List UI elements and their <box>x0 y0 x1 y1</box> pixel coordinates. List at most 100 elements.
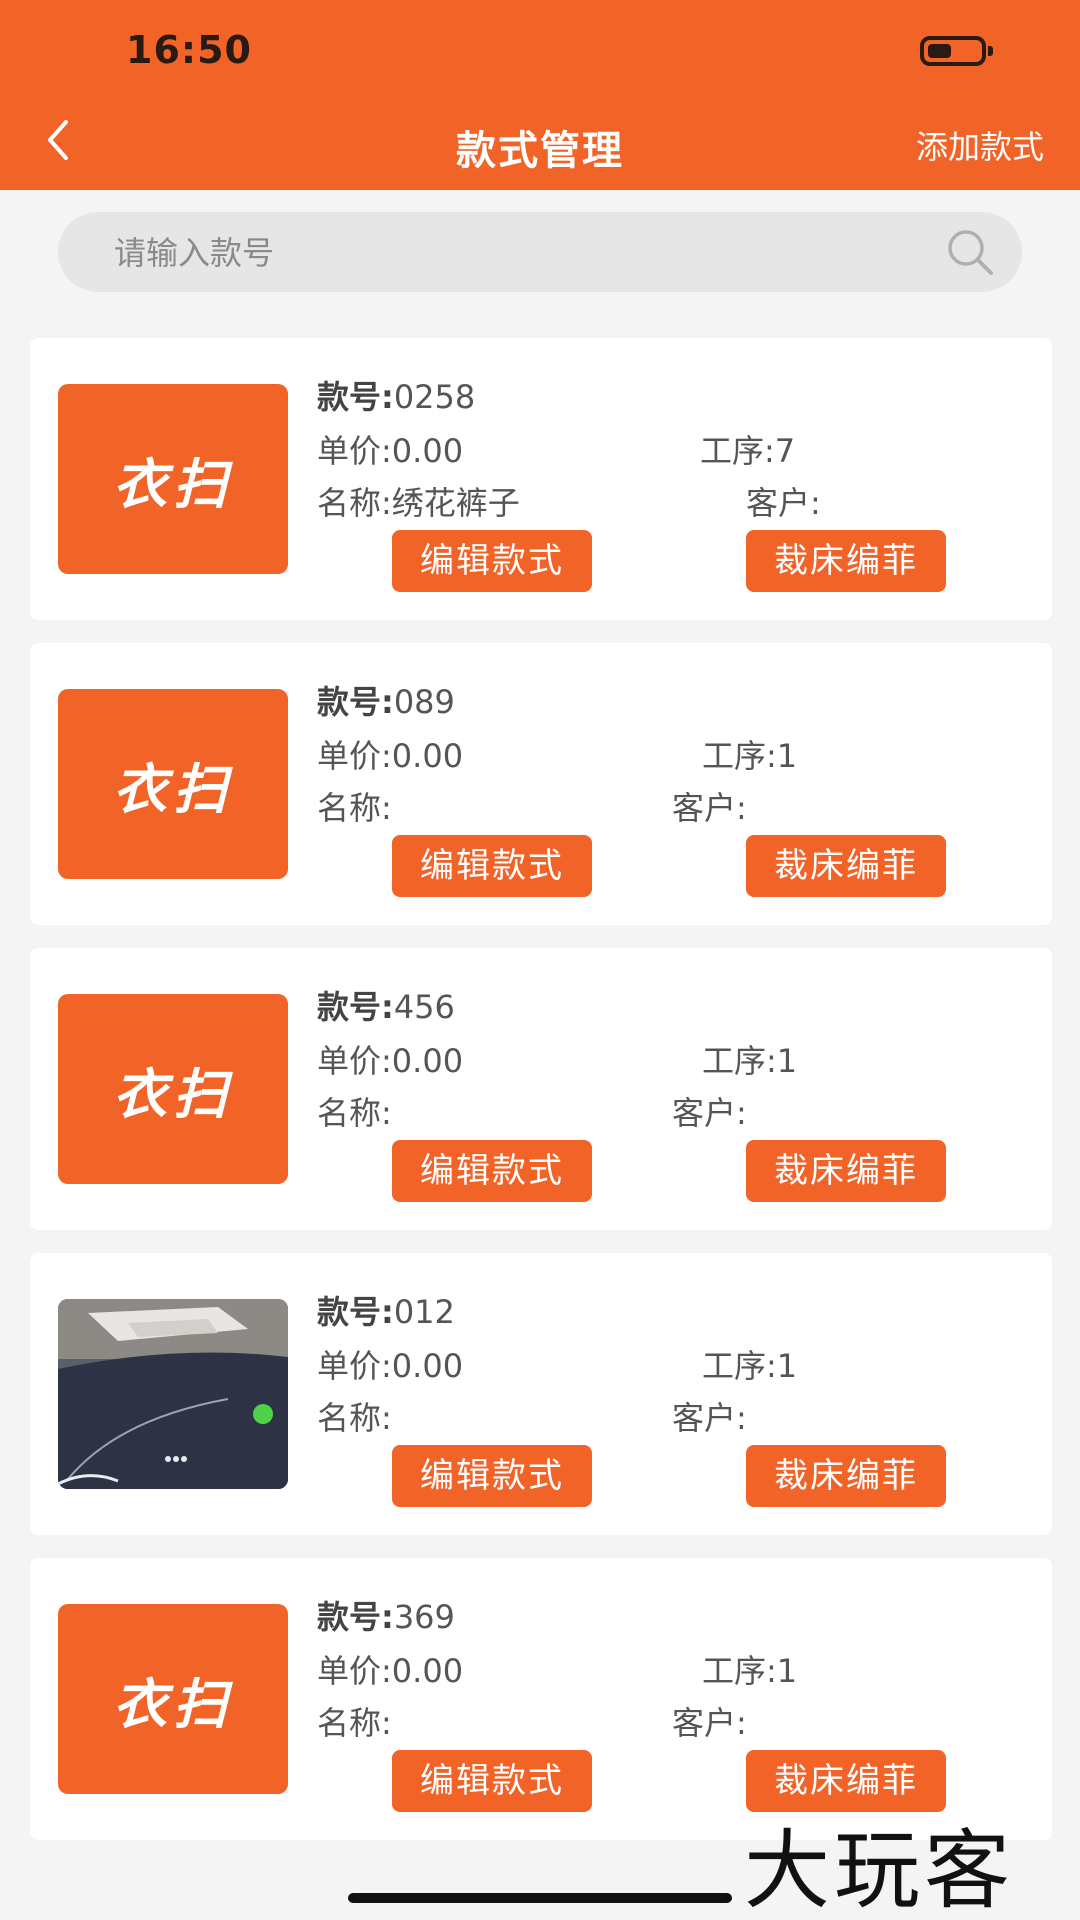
style-code-value: 456 <box>393 988 455 1026</box>
style-code-row: 款号:012 <box>317 1287 455 1333</box>
price-value: 0.00 <box>391 1042 464 1080</box>
price-value: 0.00 <box>391 1347 464 1385</box>
search-bar[interactable] <box>58 212 1022 294</box>
style-management-screen: 16:50 款式管理 添加款式 衣扫 款号:0258 单价:0.00 <box>0 0 1080 1920</box>
process-row: 工序:1 <box>702 1341 797 1387</box>
battery-level <box>928 44 951 58</box>
style-code-value: 0258 <box>393 378 476 416</box>
process-value: 1 <box>776 737 798 775</box>
style-code-row: 款号:369 <box>317 1592 455 1638</box>
price-row: 单价:0.00 <box>317 1036 463 1082</box>
price-label: 单价: <box>317 737 392 775</box>
name-row: 名称:绣花裤子 <box>317 478 520 524</box>
process-label: 工序: <box>702 737 777 775</box>
price-row: 单价:0.00 <box>317 426 463 472</box>
search-icon[interactable] <box>944 226 998 280</box>
style-logo-thumbnail: 衣扫 <box>58 1604 288 1794</box>
process-row: 工序:1 <box>702 1036 797 1082</box>
name-label: 名称: <box>317 484 392 522</box>
style-code-value: 089 <box>393 683 455 721</box>
customer-label: 客户: <box>746 484 821 522</box>
price-value: 0.00 <box>391 1652 464 1690</box>
battery-icon <box>920 36 986 66</box>
search-input[interactable] <box>112 212 936 294</box>
name-value: 绣花裤子 <box>391 484 520 522</box>
name-label: 名称: <box>317 1094 392 1132</box>
style-logo-thumbnail: 衣扫 <box>58 384 288 574</box>
logo-text: 衣扫 <box>113 1062 233 1126</box>
customer-label: 客户: <box>672 789 747 827</box>
style-code-label: 款号: <box>317 988 394 1026</box>
battery-tip <box>988 46 993 56</box>
style-card[interactable]: 衣扫 款号:369 单价:0.00 工序:1 名称: 客户: 编辑款式 裁床编菲 <box>30 1558 1052 1840</box>
process-row: 工序:1 <box>702 731 797 777</box>
home-indicator <box>348 1893 732 1903</box>
style-card[interactable]: 衣扫 款号:456 单价:0.00 工序:1 名称: 客户: 编辑款式 裁床编菲 <box>30 948 1052 1230</box>
style-code-value: 012 <box>393 1293 455 1331</box>
edit-style-button[interactable]: 编辑款式 <box>392 835 592 897</box>
watermark: 大玩客 <box>744 1821 1014 1920</box>
customer-row: 客户: <box>672 1393 747 1439</box>
process-value: 1 <box>776 1652 798 1690</box>
cut-bed-tag-button[interactable]: 裁床编菲 <box>746 530 946 592</box>
add-style-button[interactable]: 添加款式 <box>916 122 1044 168</box>
price-label: 单价: <box>317 1347 392 1385</box>
style-code-label: 款号: <box>317 1598 394 1636</box>
name-label: 名称: <box>317 1704 392 1742</box>
edit-style-button[interactable]: 编辑款式 <box>392 1140 592 1202</box>
status-time: 16:50 <box>126 28 252 72</box>
name-label: 名称: <box>317 789 392 827</box>
style-code-label: 款号: <box>317 1293 394 1331</box>
photo-image <box>58 1299 288 1489</box>
edit-style-button[interactable]: 编辑款式 <box>392 1445 592 1507</box>
price-row: 单价:0.00 <box>317 1341 463 1387</box>
style-code-row: 款号:089 <box>317 677 455 723</box>
cut-bed-tag-button[interactable]: 裁床编菲 <box>746 1445 946 1507</box>
edit-style-button[interactable]: 编辑款式 <box>392 530 592 592</box>
customer-row: 客户: <box>672 1698 747 1744</box>
edit-style-button[interactable]: 编辑款式 <box>392 1750 592 1812</box>
process-value: 7 <box>774 432 796 470</box>
process-row: 工序:7 <box>700 426 795 472</box>
process-label: 工序: <box>702 1652 777 1690</box>
price-label: 单价: <box>317 432 392 470</box>
header: 16:50 款式管理 添加款式 <box>0 0 1080 190</box>
name-row: 名称: <box>317 1698 392 1744</box>
style-logo-thumbnail: 衣扫 <box>58 994 288 1184</box>
price-row: 单价:0.00 <box>317 1646 463 1692</box>
style-logo-thumbnail: 衣扫 <box>58 689 288 879</box>
style-card[interactable]: 衣扫 款号:089 单价:0.00 工序:1 名称: 客户: 编辑款式 裁床编菲 <box>30 643 1052 925</box>
process-label: 工序: <box>702 1042 777 1080</box>
process-row: 工序:1 <box>702 1646 797 1692</box>
style-card[interactable]: 衣扫 款号:0258 单价:0.00 工序:7 名称:绣花裤子 客户: 编辑款式… <box>30 338 1052 620</box>
style-code-label: 款号: <box>317 683 394 721</box>
logo-text: 衣扫 <box>113 452 233 516</box>
style-code-row: 款号:0258 <box>317 372 475 418</box>
name-row: 名称: <box>317 1393 392 1439</box>
process-label: 工序: <box>702 1347 777 1385</box>
process-value: 1 <box>776 1042 798 1080</box>
process-value: 1 <box>776 1347 798 1385</box>
customer-label: 客户: <box>672 1399 747 1437</box>
logo-text: 衣扫 <box>113 757 233 821</box>
price-label: 单价: <box>317 1652 392 1690</box>
cut-bed-tag-button[interactable]: 裁床编菲 <box>746 1140 946 1202</box>
price-label: 单价: <box>317 1042 392 1080</box>
name-row: 名称: <box>317 783 392 829</box>
style-code-value: 369 <box>393 1598 455 1636</box>
style-card[interactable]: 款号:012 单价:0.00 工序:1 名称: 客户: 编辑款式 裁床编菲 <box>30 1253 1052 1535</box>
price-value: 0.00 <box>391 737 464 775</box>
price-row: 单价:0.00 <box>317 731 463 777</box>
customer-row: 客户: <box>746 478 821 524</box>
name-row: 名称: <box>317 1088 392 1134</box>
style-list: 衣扫 款号:0258 单价:0.00 工序:7 名称:绣花裤子 客户: 编辑款式… <box>30 338 1052 1863</box>
name-label: 名称: <box>317 1399 392 1437</box>
style-photo <box>58 1299 288 1489</box>
cut-bed-tag-button[interactable]: 裁床编菲 <box>746 835 946 897</box>
style-code-row: 款号:456 <box>317 982 455 1028</box>
logo-text: 衣扫 <box>113 1672 233 1736</box>
style-photo-thumbnail <box>58 1299 288 1489</box>
price-value: 0.00 <box>391 432 464 470</box>
process-label: 工序: <box>700 432 775 470</box>
style-code-label: 款号: <box>317 378 394 416</box>
